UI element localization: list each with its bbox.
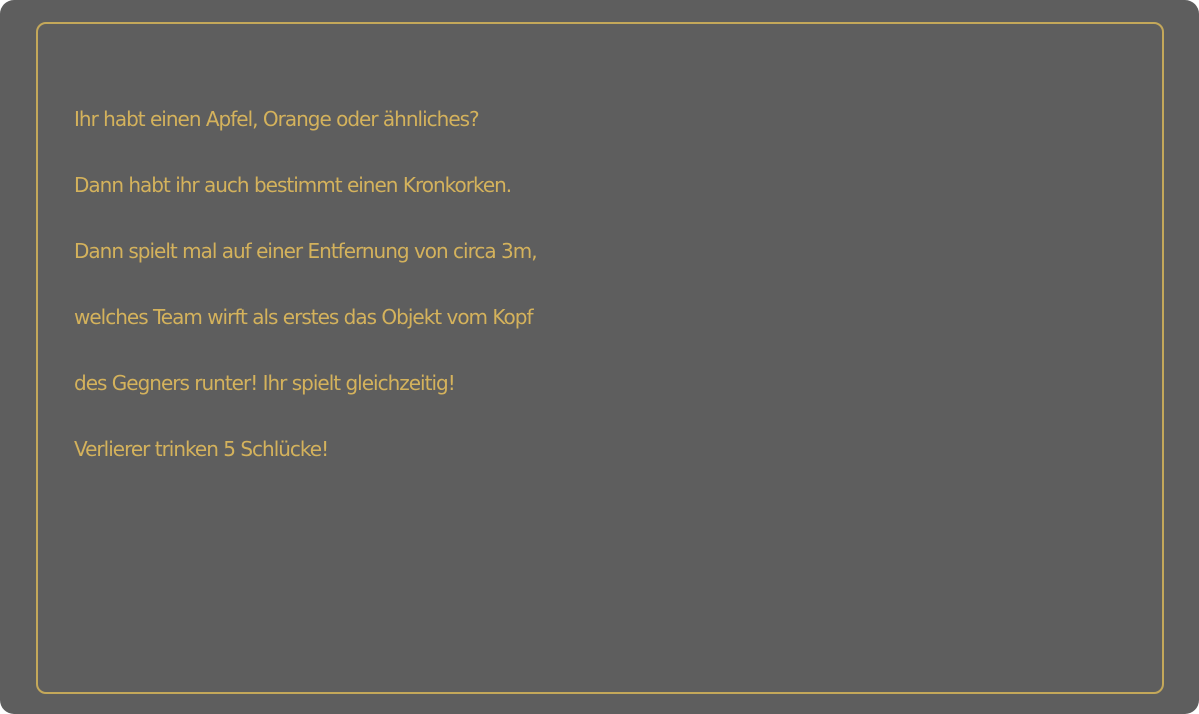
card-text-line-6: Verlierer trinken 5 Schlücke!	[74, 437, 329, 461]
card-text-line-2: Dann habt ihr auch bestimmt einen Kronko…	[74, 173, 512, 197]
card-text-line-1: Ihr habt einen Apfel, Orange oder ähnlic…	[74, 107, 480, 131]
card-text-line-3: Dann spielt mal auf einer Entfernung von…	[74, 239, 538, 263]
card-text: Ihr habt einen Apfel, Orange oder ähnlic…	[74, 86, 1164, 482]
game-card: Ihr habt einen Apfel, Orange oder ähnlic…	[0, 0, 1199, 714]
card-text-line-4: welches Team wirft als erstes das Objekt…	[74, 305, 534, 329]
card-text-line-5: des Gegners runter! Ihr spielt gleichzei…	[74, 371, 456, 395]
